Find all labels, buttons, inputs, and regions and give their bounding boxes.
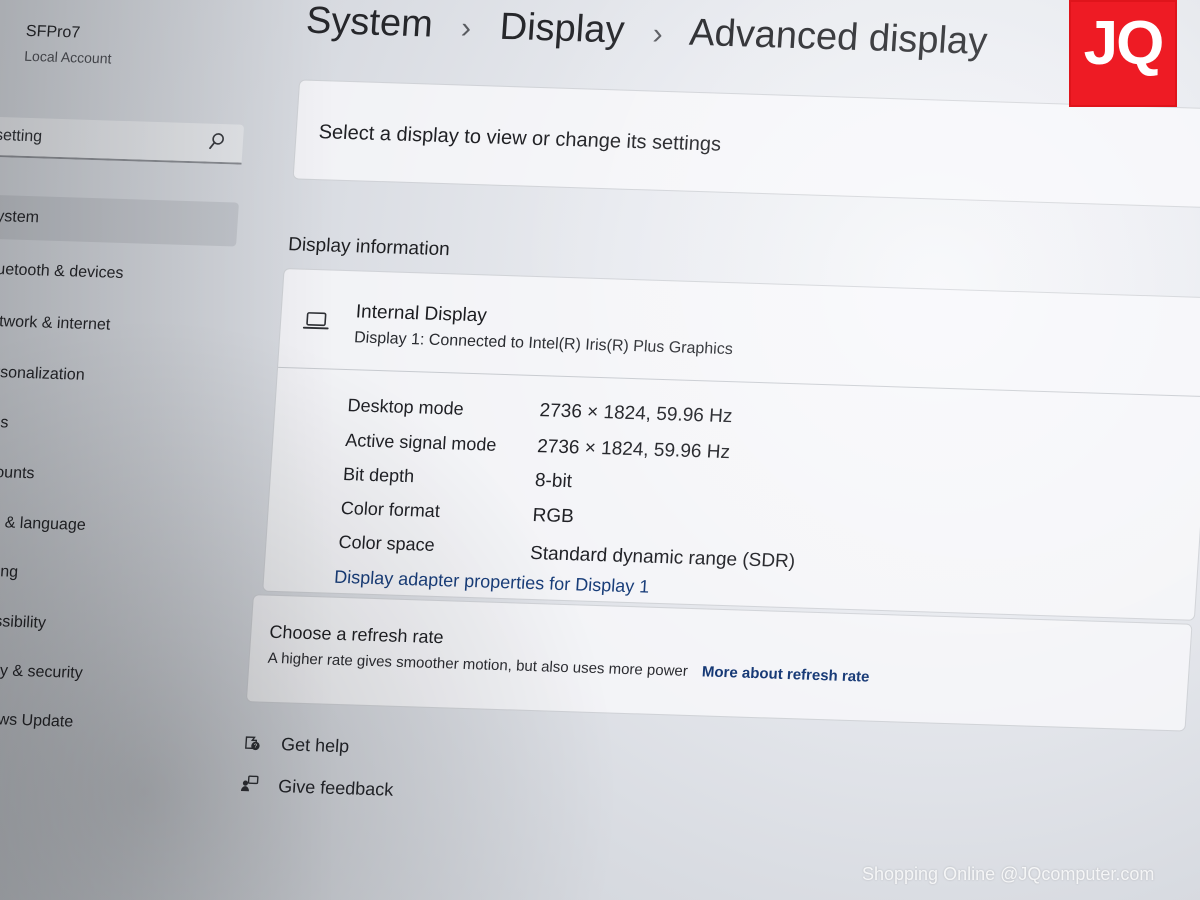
- settings-screen: SFPro7 Local Account setting System Blue…: [0, 0, 1200, 900]
- color-space-value: Standard dynamic range (SDR): [529, 542, 796, 573]
- sidebar-item-accounts[interactable]: Accounts: [0, 463, 35, 483]
- desktop-mode-label: Desktop mode: [347, 395, 465, 419]
- desktop-mode-value: 2736 × 1824, 59.96 Hz: [538, 400, 734, 428]
- sidebar-item-time-language[interactable]: Time & language: [0, 513, 86, 535]
- sidebar-item-privacy-security[interactable]: Privacy & security: [0, 661, 83, 683]
- jq-watermark: Shopping Online @JQcomputer.com: [862, 864, 1155, 884]
- laptop-icon: [302, 312, 329, 330]
- refresh-rate-title: Choose a refresh rate: [268, 621, 445, 648]
- display-information-card: Internal Display Display 1: Connected to…: [262, 268, 1200, 621]
- breadcrumb-current: Advanced display: [688, 11, 989, 63]
- give-feedback-label: Give feedback: [277, 776, 394, 800]
- refresh-rate-description-row: A higher rate gives smoother motion, but…: [267, 650, 870, 686]
- display-information-title: Display information: [287, 234, 451, 261]
- sidebar-item-accessibility[interactable]: Accessibility: [0, 612, 46, 633]
- jq-logo-text: JQ: [1083, 9, 1165, 78]
- sidebar-item-personalization[interactable]: Personalization: [0, 363, 85, 384]
- sidebar-item-apps[interactable]: Apps: [0, 413, 9, 432]
- photo-stage: SFPro7 Local Account setting System Blue…: [0, 0, 1200, 900]
- help-icon: ?: [245, 736, 260, 751]
- refresh-rate-description: A higher rate gives smoother motion, but…: [267, 649, 689, 680]
- color-format-value: RGB: [531, 505, 575, 528]
- sidebar-item-network-internet[interactable]: Network & internet: [0, 313, 111, 335]
- color-space-label: Color space: [337, 531, 436, 555]
- breadcrumb-separator: ›: [651, 17, 664, 51]
- bit-depth-label: Bit depth: [342, 464, 415, 487]
- sidebar-item-gaming[interactable]: Gaming: [0, 562, 19, 582]
- account-name: SFPro7: [25, 22, 81, 42]
- more-about-refresh-rate-link[interactable]: More about refresh rate: [701, 663, 870, 685]
- search-input-value: setting: [0, 126, 43, 146]
- sidebar-item-bluetooth-devices[interactable]: Bluetooth & devices: [0, 261, 124, 283]
- breadcrumb: System › Display › Advanced display: [305, 0, 1007, 65]
- search-input[interactable]: setting: [0, 116, 245, 165]
- jq-logo: JQ: [1069, 0, 1177, 107]
- display-adapter-properties-link[interactable]: Display adapter properties for Display 1: [334, 567, 650, 598]
- get-help-label: Get help: [280, 734, 350, 757]
- active-signal-mode-value: 2736 × 1824, 59.96 Hz: [536, 436, 731, 464]
- select-display-card[interactable]: Select a display to view or change its s…: [292, 79, 1200, 209]
- account-type: Local Account: [23, 47, 112, 67]
- breadcrumb-system[interactable]: System: [305, 0, 434, 46]
- bit-depth-value: 8-bit: [534, 470, 573, 493]
- active-signal-mode-label: Active signal mode: [344, 430, 498, 455]
- select-display-text: Select a display to view or change its s…: [318, 121, 722, 156]
- breadcrumb-display[interactable]: Display: [498, 6, 625, 52]
- search-icon[interactable]: [208, 133, 225, 151]
- sidebar-item-system[interactable]: System: [0, 208, 40, 228]
- sidebar-item-windows-update[interactable]: Windows Update: [0, 710, 74, 732]
- breadcrumb-separator: ›: [460, 11, 473, 45]
- feedback-icon: [240, 775, 259, 792]
- internal-display-name: Internal Display: [355, 301, 488, 327]
- color-format-label: Color format: [340, 497, 441, 522]
